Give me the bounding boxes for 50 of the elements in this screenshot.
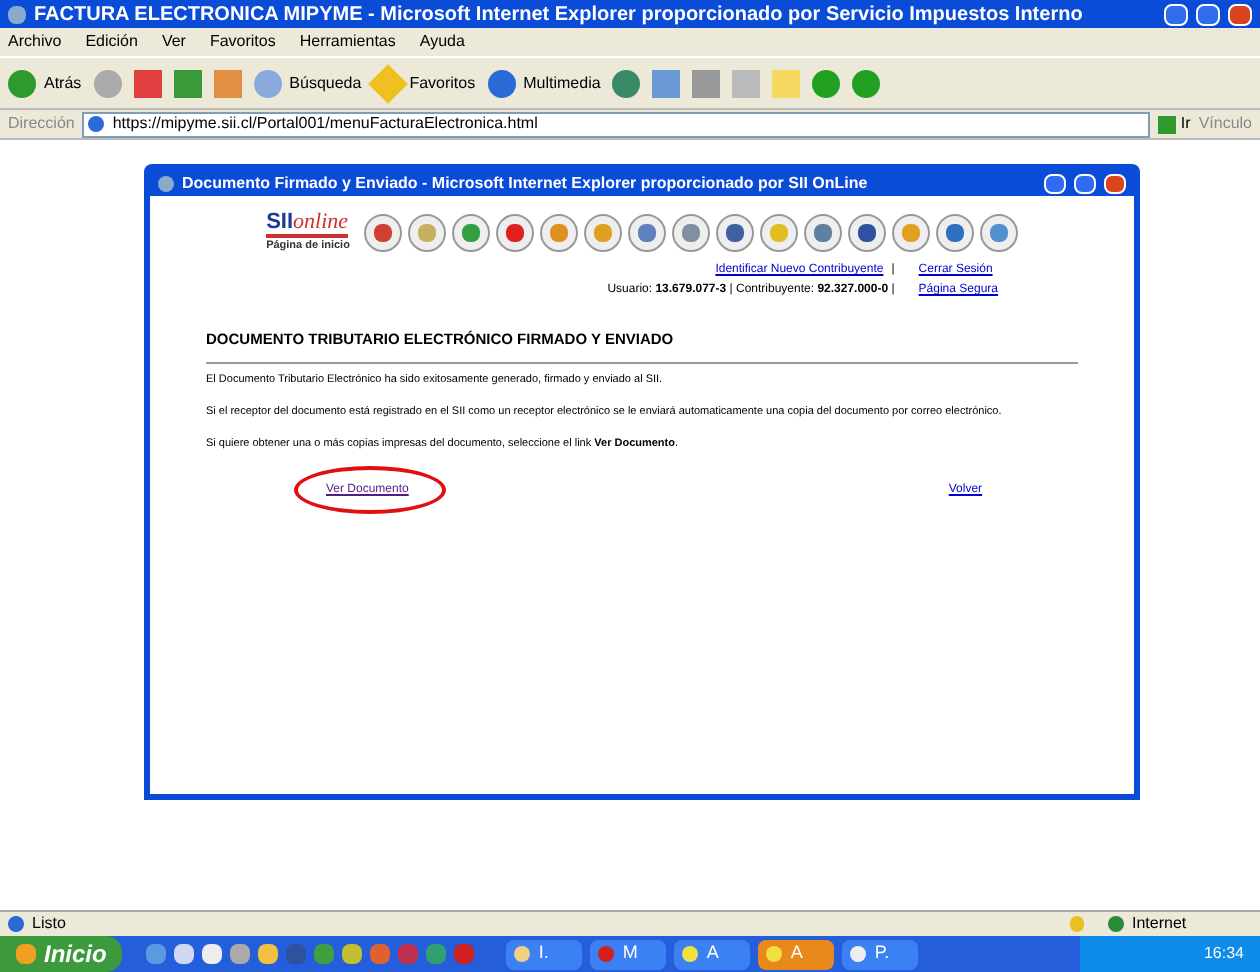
address-field[interactable]: https://mipyme.sii.cl/Portal001/menuFacturaElectronica.html	[82, 111, 1151, 137]
toolbar-button[interactable]: Favoritos	[373, 69, 476, 97]
menu-item[interactable]: Edición	[85, 30, 138, 54]
zone-text: Internet	[1132, 912, 1189, 936]
app-icon	[850, 946, 867, 962]
minimize-button[interactable]	[1044, 173, 1066, 193]
menu-item[interactable]: Herramientas	[299, 30, 396, 54]
quick-launch-icon[interactable]	[342, 944, 363, 964]
quick-launch-icon[interactable]	[230, 944, 251, 964]
service-icon[interactable]	[451, 214, 490, 253]
service-icon[interactable]	[495, 214, 534, 253]
app-icon	[682, 946, 699, 962]
service-icon[interactable]	[671, 214, 710, 253]
app-icon	[766, 946, 783, 962]
quick-launch-icon[interactable]	[258, 944, 279, 964]
maximize-button[interactable]	[1196, 3, 1220, 25]
toolbar-button[interactable]: Atrás	[8, 69, 82, 97]
window-title: FACTURA ELECTRONICA MIPYME - Microsoft Internet Explorer proporcionado por Servicio Impuestos Interno	[34, 1, 1083, 29]
popup-title: Documento Firmado y Enviado - Microsoft Internet Explorer proporcionado por SII OnLine	[182, 171, 868, 195]
service-icon[interactable]	[935, 214, 974, 253]
service-icon[interactable]	[627, 214, 666, 253]
system-tray: 16:34	[1080, 936, 1260, 972]
maximize-button[interactable]	[1074, 173, 1096, 193]
app-icon	[514, 946, 531, 962]
taskbar-button[interactable]: I.	[506, 939, 583, 969]
menu-item[interactable]: Favoritos	[209, 30, 276, 54]
address-label: Dirección	[8, 112, 75, 136]
toolbar-button[interactable]: Multimedia	[487, 69, 601, 97]
go-button[interactable]: Ir	[1158, 112, 1191, 136]
menu-item[interactable]: Ver	[161, 30, 186, 54]
toolbar-button[interactable]: Búsqueda	[253, 69, 362, 97]
quick-launch-icon[interactable]	[174, 944, 195, 964]
taskbar-button[interactable]: A	[674, 939, 751, 969]
service-icon[interactable]	[363, 214, 402, 253]
taskbar-button[interactable]: P.	[842, 939, 919, 969]
service-icon[interactable]	[847, 214, 886, 253]
menu-item[interactable]: Ayuda	[419, 30, 465, 54]
start-button[interactable]: Inicio	[0, 936, 123, 972]
address-text: https://mipyme.sii.cl/Portal001/menuFacturaElectronica.html	[112, 112, 538, 136]
menu-item[interactable]: Archivo	[8, 30, 62, 54]
status-text: Listo	[32, 912, 66, 936]
app-icon	[598, 946, 615, 962]
service-icon[interactable]	[979, 214, 1018, 253]
taskbar-button[interactable]: M	[590, 939, 667, 969]
close-button[interactable]	[1104, 173, 1126, 193]
minimize-button[interactable]	[1164, 3, 1188, 25]
service-icon[interactable]	[803, 214, 842, 253]
service-icon[interactable]	[715, 214, 754, 253]
quick-launch-icon[interactable]	[202, 944, 223, 964]
close-button[interactable]	[1228, 3, 1252, 25]
